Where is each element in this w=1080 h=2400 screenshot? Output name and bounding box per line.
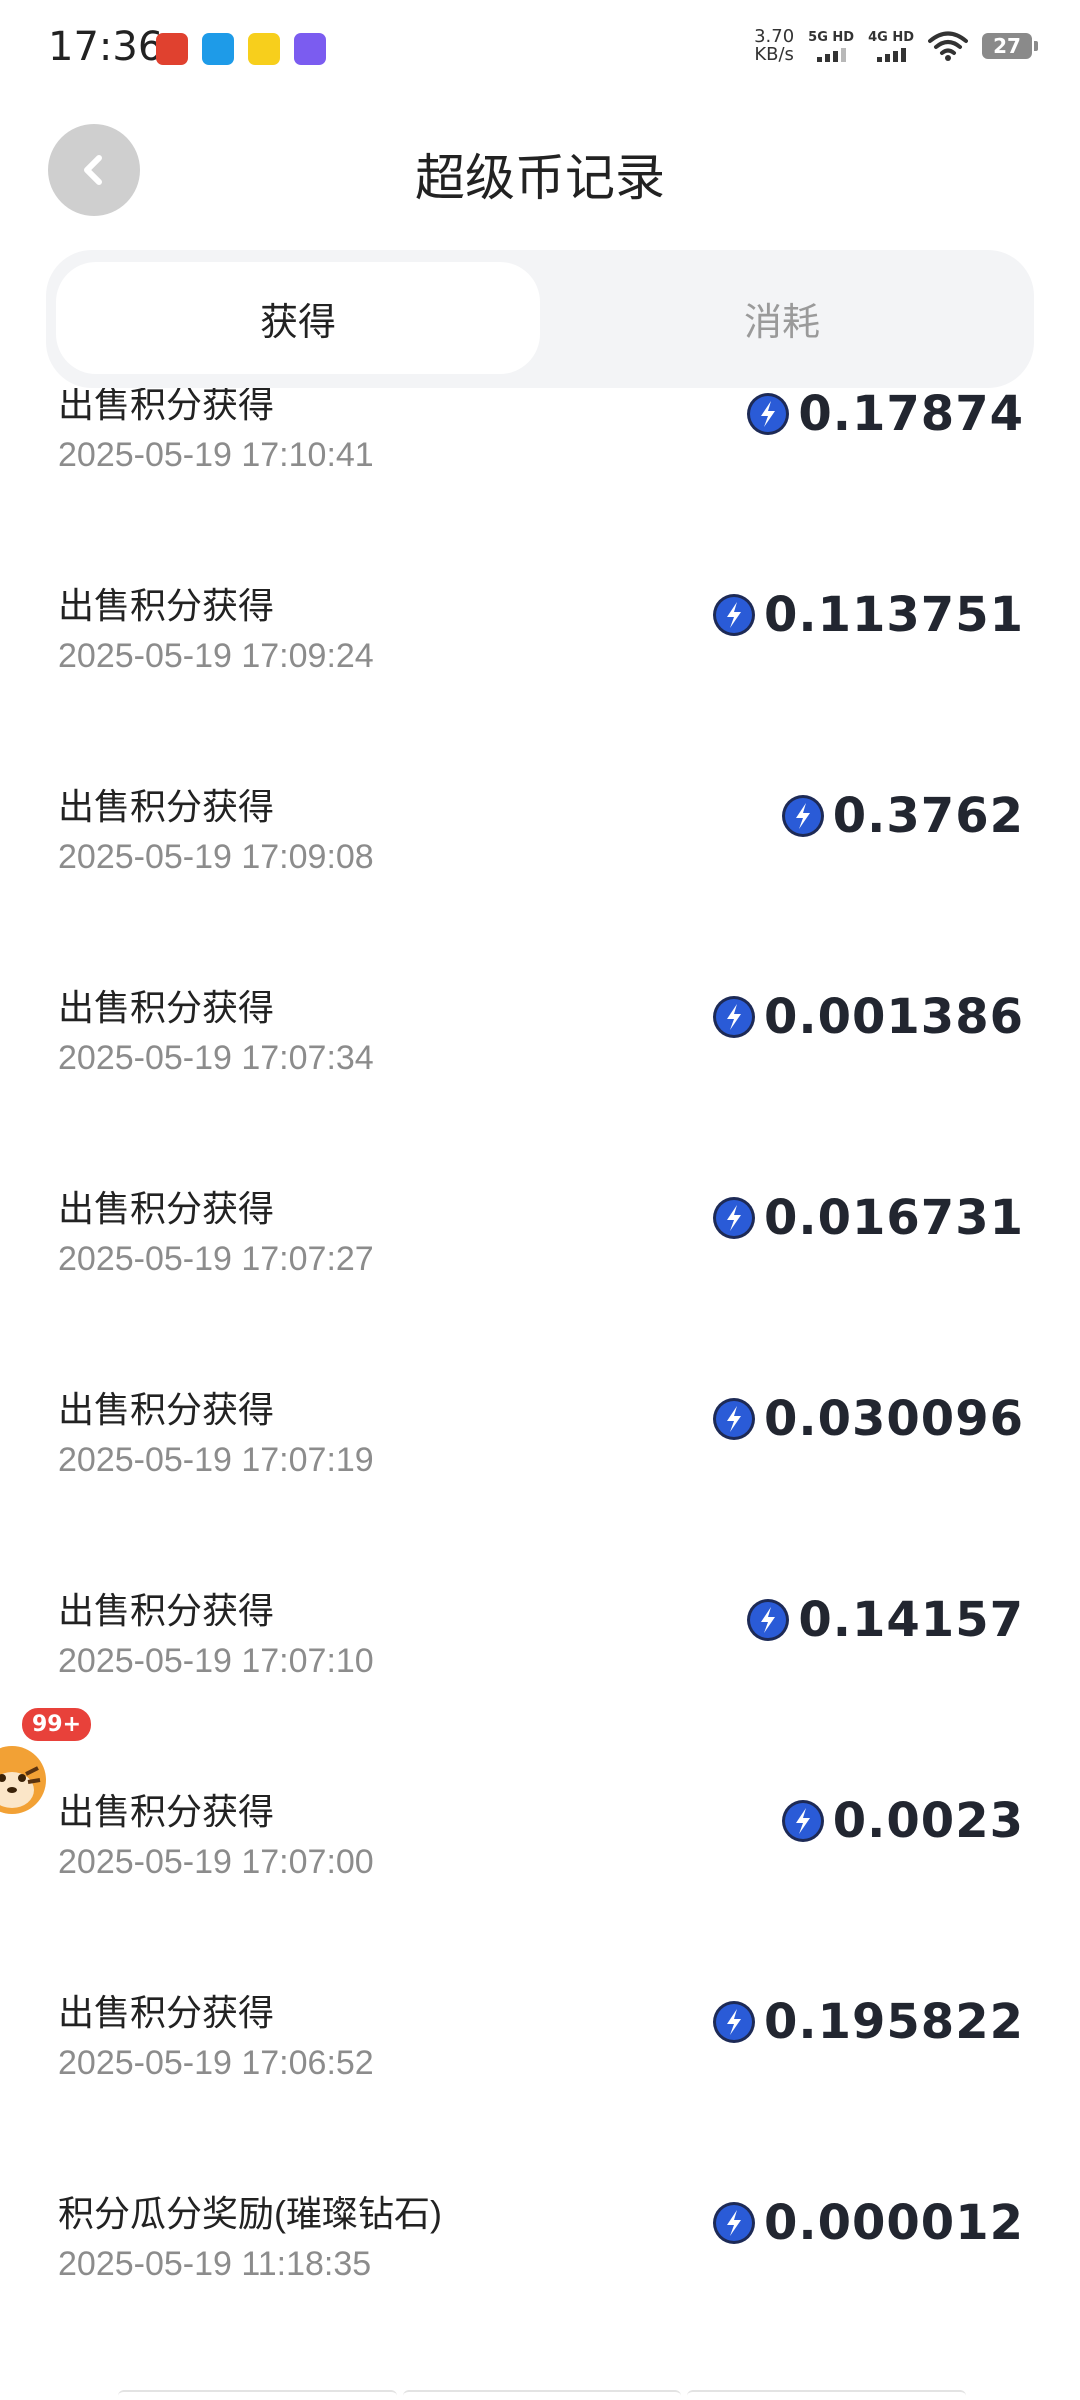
record-row[interactable]: 出售积分获得 2025-05-19 17:10:41 0.17874: [0, 388, 1080, 547]
record-amount: 0.195822: [712, 1994, 1024, 2050]
amount-value: 0.0023: [832, 1793, 1024, 1849]
record-timestamp: 2025-05-19 17:07:00: [58, 1843, 374, 1881]
app-icon-purple: [294, 33, 326, 65]
record-row[interactable]: 积分瓜分奖励(璀璨钻石) 2025-05-19 11:18:35 0.000012: [0, 2155, 1080, 2356]
coin-icon: [712, 996, 755, 1038]
record-amount: 0.001386: [712, 989, 1024, 1045]
record-amount: 0.14157: [746, 1592, 1024, 1648]
status-time: 17:36: [48, 24, 164, 70]
record-title: 出售积分获得: [58, 786, 275, 827]
record-timestamp: 2025-05-19 17:07:34: [58, 1039, 374, 1077]
record-timestamp: 2025-05-19 17:07:27: [58, 1240, 374, 1278]
record-title: 出售积分获得: [58, 1992, 275, 2033]
sim2-label: 4G HD: [868, 30, 914, 45]
coin-icon: [712, 2202, 755, 2244]
coin-icon: [747, 393, 790, 435]
record-title: 积分瓜分奖励(璀璨钻石): [58, 2193, 442, 2234]
tab-earned[interactable]: 获得: [56, 262, 540, 374]
app-icon-blue: [202, 33, 234, 65]
signal-bars-icon: [816, 48, 846, 62]
network-speed-unit: KB/s: [754, 44, 794, 65]
record-row[interactable]: 出售积分获得 2025-05-19 17:09:08 0.3762: [0, 748, 1080, 949]
tab-bar: 获得 消耗: [46, 250, 1034, 388]
network-speed: 3.70 KB/s: [754, 28, 794, 64]
record-list[interactable]: 出售积分获得 2025-05-19 17:10:41 0.17874 出售积分获得 20…: [0, 388, 1080, 2378]
amount-value: 0.3762: [832, 788, 1024, 844]
amount-value: 0.000012: [763, 2195, 1024, 2251]
floating-widget[interactable]: 99+: [0, 1706, 94, 1826]
record-row[interactable]: 出售积分获得 2025-05-19 17:07:34 0.001386: [0, 949, 1080, 1150]
coin-icon: [781, 795, 824, 837]
amount-value: 0.001386: [763, 989, 1024, 1045]
sim2-signal: 4G HD: [868, 30, 914, 62]
tiger-mascot-icon: [0, 1746, 46, 1814]
signal-bars-icon: [876, 48, 906, 62]
app-icon-yellow: [248, 33, 280, 65]
record-amount: 0.0023: [781, 1793, 1024, 1849]
record-amount: 0.000012: [712, 2195, 1024, 2251]
coin-icon: [712, 2001, 755, 2043]
coin-icon: [781, 1800, 824, 1842]
record-timestamp: 2025-05-19 17:09:08: [58, 838, 374, 876]
coin-icon: [712, 1197, 755, 1239]
notification-app-icons: [156, 33, 326, 65]
record-title: 出售积分获得: [58, 987, 275, 1028]
record-row[interactable]: 出售积分获得 2025-05-19 17:07:19 0.030096: [0, 1351, 1080, 1552]
record-timestamp: 2025-05-19 17:09:24: [58, 637, 374, 675]
record-timestamp: 2025-05-19 17:07:19: [58, 1441, 374, 1479]
record-row[interactable]: 出售积分获得 2025-05-19 17:07:10 0.14157: [0, 1552, 1080, 1753]
coin-icon: [747, 1599, 790, 1641]
record-title: 出售积分获得: [58, 1791, 275, 1832]
record-title: 出售积分获得: [58, 1389, 275, 1430]
app-icon-red: [156, 33, 188, 65]
record-amount: 0.016731: [712, 1190, 1024, 1246]
tab-consumed[interactable]: 消耗: [540, 262, 1024, 374]
page-title: 超级币记录: [415, 150, 665, 206]
wifi-icon: [928, 31, 968, 61]
record-amount: 0.030096: [712, 1391, 1024, 1447]
status-indicators: 3.70 KB/s 5G HD 4G HD 27: [754, 28, 1038, 64]
coin-icon: [712, 1398, 755, 1440]
amount-value: 0.113751: [763, 587, 1024, 643]
status-bar: 17:36 3.70 KB/s 5G HD 4G HD 27: [0, 0, 1080, 100]
record-title: 出售积分获得: [58, 585, 275, 626]
amount-value: 0.016731: [763, 1190, 1024, 1246]
record-row[interactable]: 出售积分获得 2025-05-19 17:07:00 0.0023: [0, 1753, 1080, 1954]
bottom-divider: [118, 2390, 967, 2400]
record-timestamp: 2025-05-19 17:10:41: [58, 436, 374, 474]
record-title: 出售积分获得: [58, 388, 275, 425]
record-title: 出售积分获得: [58, 1188, 275, 1229]
record-amount: 0.3762: [781, 788, 1024, 844]
record-timestamp: 2025-05-19 11:18:35: [58, 2245, 372, 2283]
record-row[interactable]: 出售积分获得 2025-05-19 17:09:24 0.113751: [0, 547, 1080, 748]
record-title: 出售积分获得: [58, 1590, 275, 1631]
amount-value: 0.17874: [798, 388, 1024, 442]
amount-value: 0.030096: [763, 1391, 1024, 1447]
battery-icon: 27: [982, 33, 1038, 59]
notification-badge: 99+: [20, 1706, 94, 1743]
record-amount: 0.17874: [746, 388, 1024, 442]
amount-value: 0.14157: [798, 1592, 1024, 1648]
record-timestamp: 2025-05-19 17:06:52: [58, 2044, 374, 2082]
record-timestamp: 2025-05-19 17:07:10: [58, 1642, 374, 1680]
sim1-signal: 5G HD: [808, 30, 854, 62]
sim1-label: 5G HD: [808, 30, 855, 45]
coin-icon: [712, 594, 755, 636]
record-row[interactable]: 出售积分获得 2025-05-19 17:07:27 0.016731: [0, 1150, 1080, 1351]
amount-value: 0.195822: [763, 1994, 1024, 2050]
record-row[interactable]: 出售积分获得 2025-05-19 17:06:52 0.195822: [0, 1954, 1080, 2155]
record-amount: 0.113751: [712, 587, 1024, 643]
